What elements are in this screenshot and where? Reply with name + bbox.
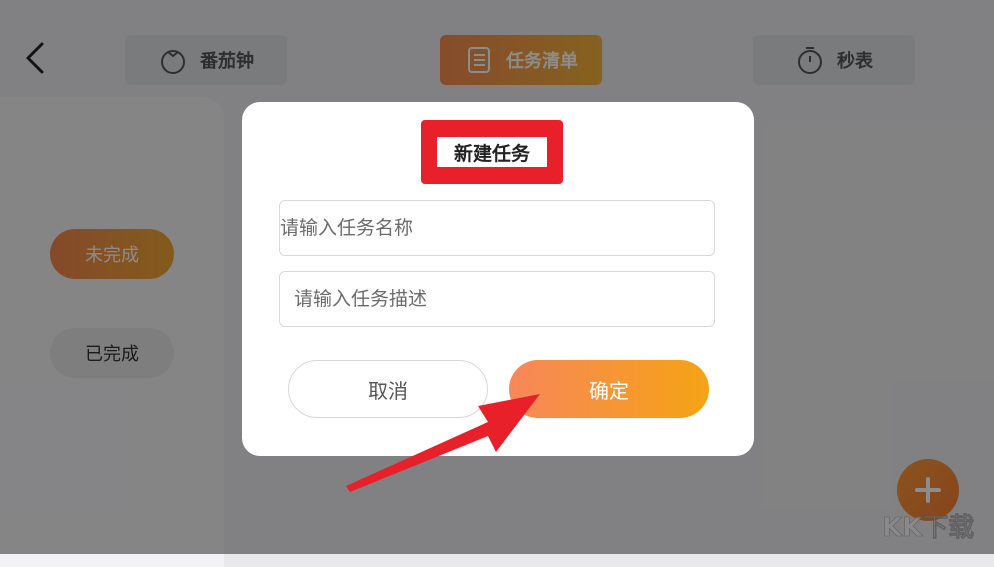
task-description-input[interactable] <box>279 271 715 327</box>
task-name-input[interactable] <box>279 200 715 256</box>
title-highlight-box: 新建任务 <box>421 120 563 184</box>
pointer-arrow-icon <box>346 394 540 492</box>
dialog-title: 新建任务 <box>437 137 547 167</box>
